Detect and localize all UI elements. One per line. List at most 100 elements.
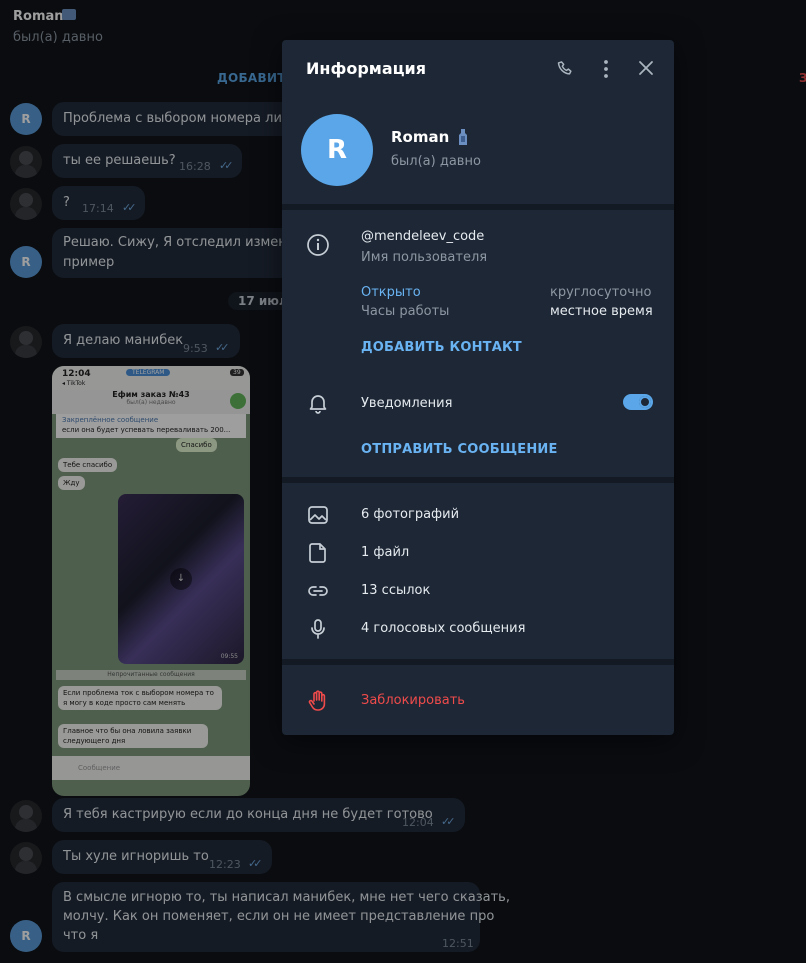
link-icon (308, 586, 328, 596)
media-voice-label: 4 голосовых сообщения (361, 621, 526, 636)
profile-name: Roman (391, 128, 450, 146)
mic-icon (311, 619, 325, 639)
telegram-badge: TELEGRAM (126, 369, 171, 376)
message-text: Решаю. Сижу, Я отследил изменяю (63, 235, 306, 250)
avatar[interactable]: R (10, 246, 42, 278)
message-text: Я тебя кастрирую если до конца дня не бу… (63, 807, 433, 822)
hours-status[interactable]: Открыто (361, 285, 421, 300)
phone-bubble: Если проблема ток с выбором номера то я … (58, 686, 222, 710)
phone-chat-header: Ефим заказ №43 был(а) недавно (52, 390, 250, 414)
message-bubble[interactable]: Я тебя кастрирую если до конца дня не бу… (52, 798, 465, 832)
divider (282, 204, 674, 210)
send-message-button[interactable]: ОТПРАВИТЬ СООБЩЕНИЕ (361, 442, 558, 457)
message-text: пример (63, 255, 115, 270)
message-time: 12:51 (442, 937, 474, 950)
read-ticks-icon: ✓✓ (122, 201, 137, 214)
message-bubble[interactable]: В смысле игнорю то, ты написал манибек, … (52, 882, 510, 952)
media-photos-label: 6 фотографий (361, 507, 460, 522)
battery-indicator: 39 (230, 369, 244, 376)
avatar[interactable] (10, 188, 42, 220)
user-info-panel: Информация R Roman был(а) давно @mendele… (282, 40, 674, 735)
message-time: 12:04 (402, 816, 434, 829)
phone-bubble: Спасибо (176, 438, 217, 452)
local-time-link[interactable]: местное время (550, 304, 653, 319)
phone-status-bar: 12:04 TELEGRAM ◂ TikTok 39 (52, 366, 250, 390)
message-bubble[interactable]: Проблема с выбором номера лишь (52, 102, 301, 136)
photo-icon (308, 506, 328, 524)
hours-value: круглосуточно (550, 285, 652, 300)
divider (282, 659, 674, 665)
phone-bubble: Жду (58, 476, 85, 490)
bottle-icon (459, 129, 467, 145)
phone-avatar (230, 393, 246, 409)
briefcase-icon (62, 9, 76, 20)
pinned-label: Закреплённое сообщение (62, 416, 159, 424)
add-contact-button[interactable]: ДОБАВИТЬ КОНТАКТ (361, 340, 522, 355)
message-text: Ты хуле игноришь то (63, 849, 209, 864)
chat-title: Roman (13, 9, 64, 24)
pinned-text: если она будет успевать переваливать 200… (62, 426, 231, 434)
unread-divider: Непрочитанные сообщения (56, 670, 246, 680)
notifications-toggle[interactable] (623, 394, 653, 410)
message-text: Я делаю манибек (63, 333, 184, 348)
hand-icon (308, 690, 326, 711)
message-time: 9:53 (183, 342, 208, 355)
avatar[interactable]: R (10, 103, 42, 135)
message-time: 16:28 (179, 160, 211, 173)
download-icon: ↓ (170, 568, 192, 590)
panel-title: Информация (306, 59, 426, 78)
notifications-label: Уведомления (361, 396, 453, 411)
file-icon (309, 543, 326, 563)
avatar[interactable] (10, 326, 42, 358)
phone-chat-title: Ефим заказ №43 (112, 390, 190, 399)
media-time: 09:55 (220, 653, 238, 660)
pinned-message: Закреплённое сообщение если она будет ус… (56, 414, 246, 438)
message-text: ты ее решаешь? (63, 153, 176, 168)
read-ticks-icon: ✓✓ (248, 857, 263, 870)
read-ticks-icon: ✓✓ (441, 815, 456, 828)
divider (282, 477, 674, 483)
message-bubble[interactable]: Я делаю манибек 9:53 ✓✓ (52, 324, 240, 358)
hours-label: Часы работы (361, 304, 450, 319)
username-link[interactable]: @mendeleev_code (361, 229, 484, 244)
message-bubble[interactable]: Ты хуле игноришь то 12:23 ✓✓ (52, 840, 272, 874)
message-time: 12:23 (209, 858, 241, 871)
media-links-label: 13 ссылок (361, 583, 431, 598)
message-text: молчу. Как он поменяет, если он не имеет… (63, 909, 495, 924)
phone-bubble: Тебе спасибо (58, 458, 118, 472)
info-icon (307, 234, 329, 256)
phone-input: Сообщение (52, 756, 250, 780)
phone-chat-subtitle: был(а) недавно (126, 399, 176, 406)
close-icon[interactable] (637, 59, 655, 77)
avatar[interactable] (10, 842, 42, 874)
blurred-video: ↓ 09:55 (118, 494, 244, 664)
chat-status: был(а) давно (13, 30, 103, 45)
message-text: ? (63, 195, 70, 210)
block-user-label: Заблокировать (361, 693, 465, 708)
back-app: ◂ TikTok (62, 380, 86, 387)
message-bubble[interactable]: ты ее решаешь? 16:28 ✓✓ (52, 144, 242, 178)
phone-icon[interactable] (556, 59, 576, 79)
phone-time: 12:04 (62, 369, 91, 379)
phone-bubble: Главное что бы она ловила заявки следующ… (58, 724, 208, 748)
read-ticks-icon: ✓✓ (215, 341, 230, 354)
profile-avatar[interactable]: R (301, 114, 373, 186)
message-time: 17:14 (82, 202, 114, 215)
message-text: В смысле игнорю то, ты написал манибек, … (63, 890, 510, 905)
message-text: Проблема с выбором номера лишь (63, 111, 302, 126)
message-text: что я (63, 928, 99, 943)
message-bubble[interactable]: Решаю. Сижу, Я отследил изменяю пример (52, 228, 306, 278)
phone-input-placeholder: Сообщение (78, 764, 121, 772)
avatar[interactable] (10, 146, 42, 178)
chat-block-button[interactable]: З (799, 71, 806, 85)
message-bubble[interactable]: ? 17:14 ✓✓ (52, 186, 145, 220)
bell-icon (309, 395, 327, 414)
read-ticks-icon: ✓✓ (219, 159, 234, 172)
avatar[interactable] (10, 800, 42, 832)
media-files-label: 1 файл (361, 545, 410, 560)
profile-status: был(а) давно (391, 154, 481, 169)
photo-message[interactable]: 12:04 TELEGRAM ◂ TikTok 39 Ефим заказ №4… (52, 366, 250, 796)
username-label: Имя пользователя (361, 250, 488, 265)
more-vertical-icon[interactable] (598, 58, 614, 80)
avatar[interactable]: R (10, 920, 42, 952)
